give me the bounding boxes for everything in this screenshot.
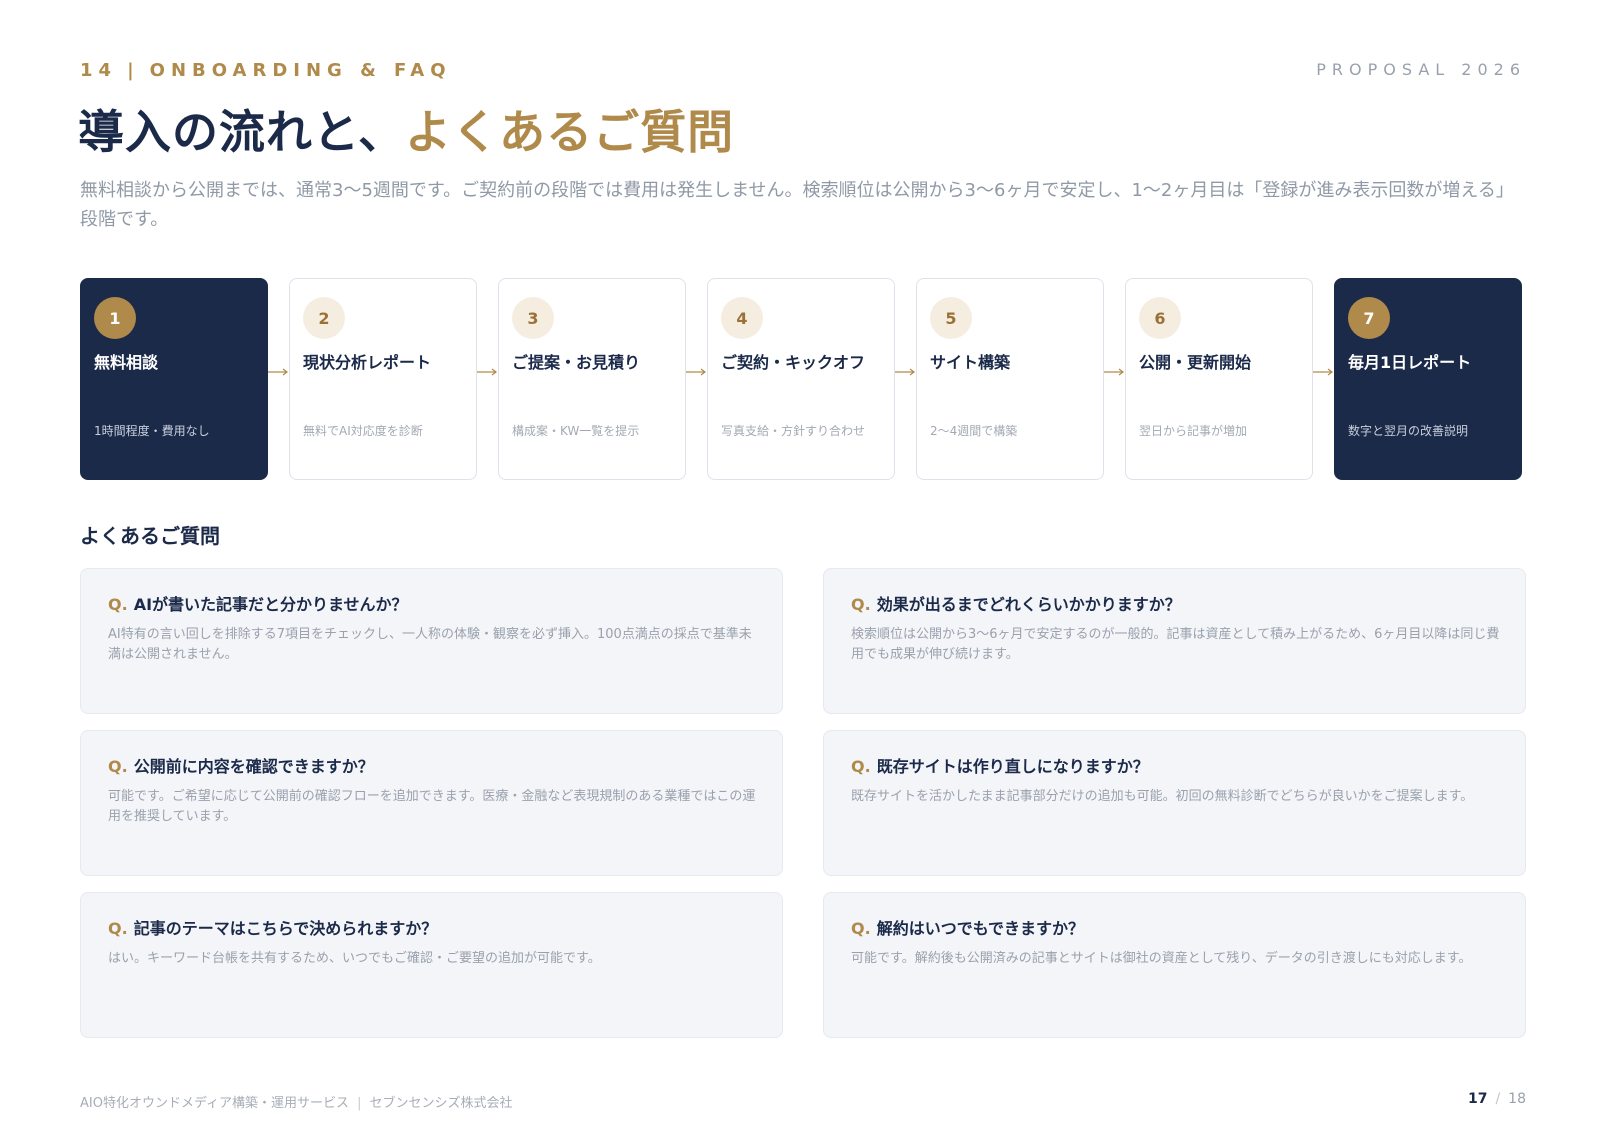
question-text: 解約はいつでもできますか？: [876, 919, 1085, 938]
step-card-4: 4 ご契約・キックオフ 写真支給・方針すり合わせ: [707, 278, 895, 480]
step-description: 1時間程度・費用なし: [94, 424, 210, 438]
page-indicator: 17 / 18: [1468, 1091, 1526, 1107]
faq-question: Q. 既存サイトは作り直しになりますか？: [851, 753, 1149, 777]
arrow-right-icon: [1104, 368, 1124, 376]
question-mark-prefix: Q.: [851, 757, 871, 776]
faq-answer: 既存サイトを活かしたまま記事部分だけの追加も可能。初回の無料診断でどちらが良いか…: [851, 789, 1474, 804]
arrow-right-icon: [477, 368, 497, 376]
question-text: 公開前に内容を確認できますか？: [133, 757, 374, 776]
title-accent: よくあるご質問: [405, 105, 735, 159]
step-card-7: 7 毎月1日レポート 数字と翌月の改善説明: [1334, 278, 1522, 480]
faq-question: Q. 公開前に内容を確認できますか？: [108, 753, 374, 777]
question-text: 効果が出るまでどれくらいかかりますか？: [876, 595, 1181, 614]
faq-card-4: Q. 既存サイトは作り直しになりますか？ 既存サイトを活かしたまま記事部分だけの追…: [823, 730, 1526, 876]
question-mark-prefix: Q.: [108, 757, 128, 776]
faq-question: Q. 効果が出るまでどれくらいかかりますか？: [851, 591, 1181, 615]
faq-answer: はい。キーワード台帳を共有するため、いつでもご確認・ご要望の追加が可能です。: [108, 951, 601, 966]
faq-question: Q. 解約はいつでもできますか？: [851, 915, 1084, 939]
page-separator: /: [1495, 1091, 1501, 1107]
faq-card-5: Q. 記事のテーマはこちらで決められますか？ はい。キーワード台帳を共有するため、…: [80, 892, 783, 1038]
step-title: サイト構築: [930, 353, 1011, 372]
faq-card-6: Q. 解約はいつでもできますか？ 可能です。解約後も公開済みの記事とサイトは御社の…: [823, 892, 1526, 1038]
step-card-2: 2 現状分析レポート 無料でAI対応度を診断: [289, 278, 477, 480]
title-main: 導入の流れと、: [78, 105, 406, 159]
section-label: 14 | ONBOARDING & FAQ: [80, 60, 452, 81]
footer-service: AIO特化オウンドメディア構築・運用サービス: [80, 1096, 350, 1111]
step-number-badge: 3: [512, 297, 554, 339]
footer-company: セブンセンシズ株式会社: [369, 1096, 513, 1111]
faq-question: Q. AIが書いた記事だと分かりませんか？: [108, 591, 408, 615]
step-title: ご提案・お見積り: [512, 353, 641, 372]
step-number-badge: 5: [930, 297, 972, 339]
faq-answer: AI特有の言い回しを排除する7項目をチェックし、一人称の体験・観察を必ず挿入。1…: [108, 627, 752, 662]
step-title: 毎月1日レポート: [1348, 353, 1472, 372]
step-number-badge: 1: [94, 297, 136, 339]
question-mark-prefix: Q.: [108, 919, 128, 938]
proposal-label: PROPOSAL 2026: [1316, 60, 1526, 79]
step-description: 写真支給・方針すり合わせ: [721, 424, 866, 438]
arrow-right-icon: [1313, 368, 1333, 376]
step-description: 翌日から記事が増加: [1139, 424, 1248, 438]
arrow-right-icon: [895, 368, 915, 376]
step-number-badge: 6: [1139, 297, 1181, 339]
section-divider: |: [127, 60, 140, 81]
step-number-badge: 2: [303, 297, 345, 339]
step-card-6: 6 公開・更新開始 翌日から記事が増加: [1125, 278, 1313, 480]
arrow-right-icon: [268, 368, 288, 376]
total-pages: 18: [1508, 1091, 1526, 1107]
step-description: 数字と翌月の改善説明: [1348, 424, 1469, 438]
footer-divider: |: [357, 1096, 362, 1111]
page-title: 導入の流れと、よくあるご質問: [78, 96, 734, 162]
step-description: 無料でAI対応度を診断: [303, 424, 423, 438]
arrow-right-icon: [686, 368, 706, 376]
faq-card-3: Q. 公開前に内容を確認できますか？ 可能です。ご希望に応じて公開前の確認フローを…: [80, 730, 783, 876]
faq-answer: 検索順位は公開から3〜6ヶ月で安定するのが一般的。記事は資産として積み上がるため…: [851, 627, 1500, 662]
question-text: 記事のテーマはこちらで決められますか？: [133, 919, 438, 938]
step-card-3: 3 ご提案・お見積り 構成案・KW一覧を提示: [498, 278, 686, 480]
step-title: 現状分析レポート: [303, 353, 432, 372]
faq-answer: 可能です。解約後も公開済みの記事とサイトは御社の資産として残り、データの引き渡し…: [851, 951, 1472, 966]
question-mark-prefix: Q.: [851, 919, 871, 938]
step-title: 公開・更新開始: [1139, 353, 1252, 372]
faq-question: Q. 記事のテーマはこちらで決められますか？: [108, 915, 437, 939]
faq-heading: よくあるご質問: [80, 524, 220, 548]
lead-paragraph: 無料相談から公開までは、通常3〜5週間です。ご契約前の段階では費用は発生しません…: [80, 180, 1514, 230]
section-name: ONBOARDING & FAQ: [149, 60, 452, 81]
step-description: 構成案・KW一覧を提示: [512, 424, 640, 438]
header-bar: 14 | ONBOARDING & FAQ PROPOSAL 2026: [80, 60, 1526, 82]
footer-credit: AIO特化オウンドメディア構築・運用サービス | セブンセンシズ株式会社: [80, 1092, 512, 1111]
faq-answer: 可能です。ご希望に応じて公開前の確認フローを追加できます。医療・金融など表現規制…: [108, 789, 756, 824]
step-card-5: 5 サイト構築 2〜4週間で構築: [916, 278, 1104, 480]
step-card-1: 1 無料相談 1時間程度・費用なし: [80, 278, 268, 480]
step-number-badge: 7: [1348, 297, 1390, 339]
step-description: 2〜4週間で構築: [930, 424, 1018, 438]
question-text: 既存サイトは作り直しになりますか？: [876, 757, 1149, 776]
faq-card-2: Q. 効果が出るまでどれくらいかかりますか？ 検索順位は公開から3〜6ヶ月で安定す…: [823, 568, 1526, 714]
question-mark-prefix: Q.: [851, 595, 871, 614]
question-mark-prefix: Q.: [108, 595, 128, 614]
faq-card-1: Q. AIが書いた記事だと分かりませんか？ AI特有の言い回しを排除する7項目をチ…: [80, 568, 783, 714]
onboarding-steps: 1 無料相談 1時間程度・費用なし 2 現状分析レポート 無料でAI対応度を診断…: [80, 278, 1526, 480]
step-title: 無料相談: [94, 353, 159, 372]
current-page: 17: [1467, 1091, 1488, 1107]
page-number: 14: [80, 60, 118, 81]
question-text: AIが書いた記事だと分かりませんか？: [133, 595, 408, 614]
step-title: ご契約・キックオフ: [721, 353, 866, 372]
step-number-badge: 4: [721, 297, 763, 339]
